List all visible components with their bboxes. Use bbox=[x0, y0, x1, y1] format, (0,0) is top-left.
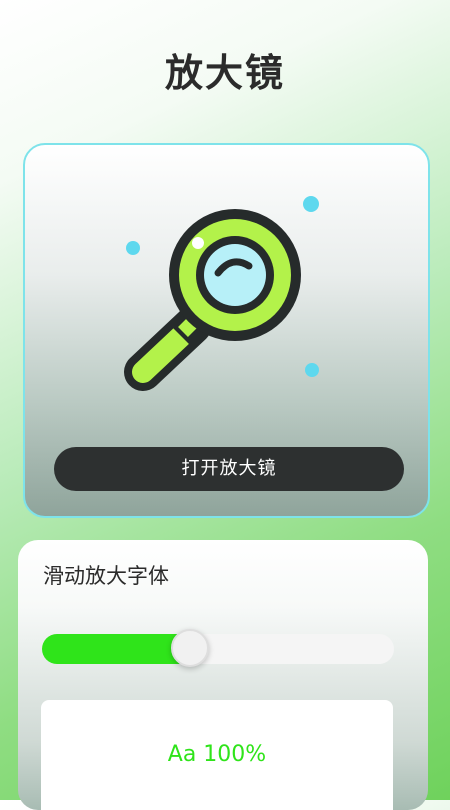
font-size-card: 滑动放大字体 Aa 100% bbox=[18, 540, 428, 810]
font-card-title: 滑动放大字体 bbox=[43, 564, 169, 588]
slider-fill bbox=[42, 634, 190, 664]
page-title: 放大镜 bbox=[164, 51, 285, 95]
font-preview-text: Aa 100% bbox=[167, 742, 267, 767]
magnifier-card: 打开放大镜 bbox=[23, 143, 430, 518]
slider-knob[interactable] bbox=[170, 629, 209, 667]
magnifying-glass-icon bbox=[124, 196, 319, 391]
open-magnifier-button[interactable]: 打开放大镜 bbox=[54, 447, 404, 491]
font-preview-box: Aa 100% bbox=[41, 700, 393, 810]
font-size-slider[interactable] bbox=[42, 629, 394, 667]
